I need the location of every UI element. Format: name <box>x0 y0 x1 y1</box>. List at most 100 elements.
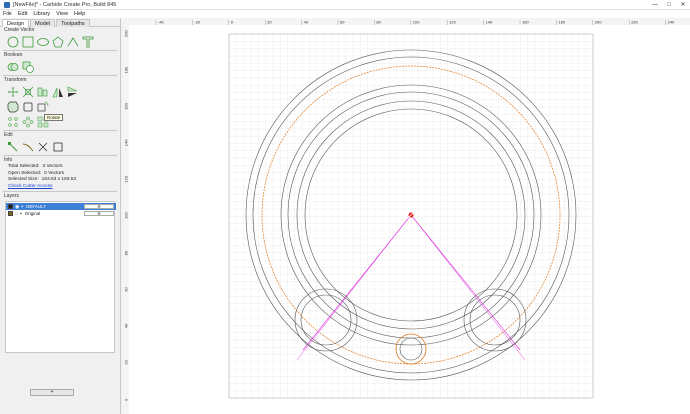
create-vector-tools <box>0 34 120 49</box>
ruler-y-label: 140 <box>124 139 129 146</box>
layer-row-default[interactable]: ◉ ▪ DEFAULT ⚙ <box>6 203 116 210</box>
left-panel: Design Model Toolpaths Create Vector Boo… <box>0 18 121 414</box>
linear-array-tool[interactable] <box>21 115 34 128</box>
eye-icon[interactable]: ◉ <box>15 204 19 210</box>
offset-icon <box>7 101 18 112</box>
ruler-x-label: 120 <box>449 20 456 25</box>
flip-horizontal-icon <box>52 87 63 97</box>
info-label: Info <box>4 157 13 163</box>
create-vector-label: Create Vector <box>4 27 35 33</box>
align-tool[interactable] <box>36 85 49 98</box>
edit-label: Edit <box>4 132 13 138</box>
ruler-y-label: 60 <box>124 287 129 292</box>
design-canvas[interactable]: -40 -20 0 20 40 60 80 100 120 140 160 180 200 220 240 … <box>122 18 690 414</box>
circle-tool[interactable] <box>6 35 19 48</box>
menu-library[interactable]: Library <box>33 11 50 17</box>
ruler-y-label: 20 <box>124 359 129 364</box>
flip-vertical-icon <box>67 86 77 97</box>
boolean-tools <box>0 59 120 74</box>
tab-toolpaths[interactable]: Toolpaths <box>56 19 90 27</box>
maximize-button[interactable]: □ <box>662 0 676 10</box>
menu-file[interactable]: File <box>3 11 12 17</box>
flip-horizontal-tool[interactable] <box>51 85 64 98</box>
circle-icon <box>7 36 18 47</box>
pentagon-icon <box>52 35 63 47</box>
layer-color-swatch[interactable] <box>8 204 13 209</box>
selected-size-label: Selected Size: <box>8 177 39 182</box>
total-selected-label: Total Selected: <box>8 164 40 169</box>
ellipse-tool[interactable] <box>36 35 49 48</box>
trim-tool[interactable] <box>36 140 49 153</box>
circular-array-icon <box>7 116 18 127</box>
close-button[interactable]: ✕ <box>676 0 690 10</box>
ruler-x-label: -20 <box>194 20 201 25</box>
canvas-drawing[interactable]: -40 -20 0 20 40 60 80 100 120 140 160 180 200 220 240 … <box>122 18 690 414</box>
bounding-box-icon <box>53 142 62 151</box>
window-title: [NewFile]* - Carbide Create Pro, Build 8… <box>13 1 117 8</box>
panel-tabs: Design Model Toolpaths <box>0 18 120 27</box>
ruler-y-label: 100 <box>124 212 129 219</box>
transform-tools-row-2 <box>0 99 120 114</box>
ruler-y-label: 80 <box>124 250 129 255</box>
minimize-button[interactable]: — <box>648 0 662 10</box>
offset-tool[interactable] <box>6 100 19 113</box>
rotate-tool[interactable] <box>21 100 34 113</box>
move-tool[interactable] <box>6 85 19 98</box>
ruler-x-label: 100 <box>413 20 420 25</box>
gear-icon: ⚙ <box>97 204 101 209</box>
bounding-box-tool[interactable] <box>51 140 64 153</box>
linear-array-icon <box>22 116 33 127</box>
divider <box>3 191 117 192</box>
lock-icon[interactable]: ▪ <box>20 211 22 217</box>
curve-tool[interactable] <box>66 35 79 48</box>
divider <box>3 155 117 156</box>
boolean-union-tool[interactable] <box>6 60 19 73</box>
flip-vertical-tool[interactable] <box>66 85 79 98</box>
transform-label: Transform <box>4 77 27 83</box>
layer-settings-button[interactable]: ⚙ <box>84 204 114 209</box>
rotate-active-tool[interactable] <box>36 100 49 113</box>
rotate-icon <box>23 102 32 111</box>
curve-icon <box>67 36 78 46</box>
node-edit-icon <box>7 141 17 151</box>
scale-tool[interactable] <box>21 85 34 98</box>
rectangle-tool[interactable] <box>21 35 34 48</box>
join-tool[interactable] <box>21 140 34 153</box>
polygon-tool[interactable] <box>51 35 64 48</box>
ruler-y-label: 160 <box>124 102 129 109</box>
text-icon <box>82 36 93 47</box>
menu-view[interactable]: View <box>56 11 68 17</box>
tab-model[interactable]: Model <box>30 19 56 27</box>
ruler-x-label: 160 <box>522 20 529 25</box>
ruler-x-label: 180 <box>558 20 565 25</box>
menu-help[interactable]: Help <box>74 11 85 17</box>
check-cutter-access-link[interactable]: Check Cutter Access <box>8 184 53 189</box>
eye-off-icon[interactable]: ◌ <box>15 211 18 217</box>
ruler-x-label: 60 <box>340 20 345 25</box>
menu-bar: File Edit Library View Help <box>0 10 690 18</box>
layer-name: Original <box>24 211 41 216</box>
tab-design[interactable]: Design <box>2 19 30 27</box>
layer-name: DEFAULT <box>26 204 47 209</box>
ruler-x-label: 200 <box>595 20 602 25</box>
transform-tools-row-1 <box>0 84 120 99</box>
layer-color-swatch[interactable] <box>8 211 13 216</box>
layers-label: Layers <box>4 193 20 199</box>
layers-list: ◉ ▪ DEFAULT ⚙ ◌ ▪ Original ⚙ <box>5 201 116 353</box>
lock-icon[interactable]: ▪ <box>21 204 23 210</box>
ellipse-icon <box>36 37 49 46</box>
rotate-arrow-icon <box>37 101 48 111</box>
boolean-subtract-tool[interactable] <box>21 60 34 73</box>
node-edit-tool[interactable] <box>6 140 19 153</box>
rectangle-icon <box>22 36 33 47</box>
text-tool[interactable] <box>81 35 94 48</box>
circular-array-tool[interactable] <box>6 115 19 128</box>
ruler-x-label: 80 <box>376 20 381 25</box>
subtract-icon <box>22 61 34 73</box>
ruler-y-label: 180 <box>124 66 129 73</box>
add-layer-button[interactable]: + <box>30 389 74 396</box>
layer-settings-button[interactable]: ⚙ <box>84 211 114 216</box>
layer-row-original[interactable]: ◌ ▪ Original ⚙ <box>6 210 116 217</box>
menu-edit[interactable]: Edit <box>18 11 27 17</box>
ruler-x-label: 240 <box>668 20 675 25</box>
